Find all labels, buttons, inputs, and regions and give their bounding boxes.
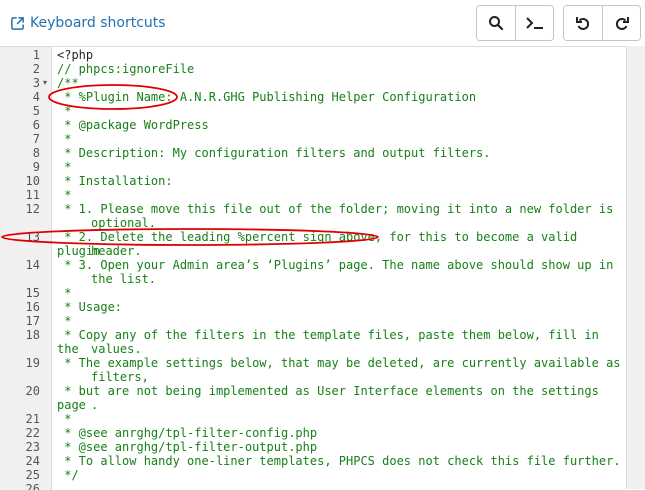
code-line[interactable]: 16 * Usage: <box>0 300 626 314</box>
keyboard-shortcuts-link[interactable]: Keyboard shortcuts <box>10 13 166 33</box>
search-icon <box>488 15 504 31</box>
line-number: 24 <box>25 454 40 468</box>
line-number: 16 <box>25 300 40 314</box>
code-text: * @package WordPress <box>57 118 209 132</box>
external-link-icon <box>10 16 25 31</box>
search-button[interactable] <box>477 6 515 40</box>
code-text: * 3. Open your Admin area’s ‘Plugins’ pa… <box>57 258 614 272</box>
line-number: 6 <box>32 118 40 132</box>
history-group <box>563 5 641 41</box>
line-number: 19 <box>25 356 40 370</box>
code-line[interactable]: 25 */ <box>0 468 626 482</box>
line-number: 8 <box>32 146 40 160</box>
search-command-group <box>476 5 554 41</box>
code-line[interactable]: 3 ▾ /** <box>0 76 626 90</box>
code-line[interactable]: 7 * <box>0 132 626 146</box>
line-number: 14 <box>25 258 40 272</box>
code-text-wrapped: values. <box>91 342 142 356</box>
line-number: 7 <box>32 132 40 146</box>
redo-icon <box>614 15 630 31</box>
line-number: 21 <box>25 412 40 426</box>
code-text: // phpcs:ignoreFile <box>57 62 195 76</box>
code-line[interactable]: 22 * @see anrghg/tpl-filter-config.php <box>0 426 626 440</box>
line-number: 13 <box>25 230 40 244</box>
code-text: * Usage: <box>57 300 123 314</box>
code-text: * <box>57 160 72 174</box>
code-line[interactable]: 9 * <box>0 160 626 174</box>
code-line[interactable]: 19 * The example settings below, that ma… <box>0 356 626 384</box>
code-text: <?php <box>57 48 94 62</box>
code-text: * To allow handy one-liner templates, PH… <box>57 454 621 468</box>
code-line[interactable]: 20 * but are not being implemented as Us… <box>0 384 626 412</box>
code-text: /** <box>57 76 79 90</box>
code-line[interactable]: 18 * Copy any of the filters in the temp… <box>0 328 626 356</box>
code-text: * <box>57 412 72 426</box>
code-line[interactable]: 5 * <box>0 104 626 118</box>
code-text: * %Plugin Name: A.N.R.GHG Publishing Hel… <box>57 90 477 104</box>
code-line[interactable]: 6 * @package WordPress <box>0 118 626 132</box>
line-number: 17 <box>25 314 40 328</box>
code-text: * Description: My configuration filters … <box>57 146 491 160</box>
line-number: 23 <box>25 440 40 454</box>
terminal-icon <box>525 15 545 31</box>
code-line[interactable]: 1 <?php <box>0 48 626 62</box>
code-line[interactable]: 23 * @see anrghg/tpl-filter-output.php <box>0 440 626 454</box>
line-number: 22 <box>25 426 40 440</box>
code-line[interactable]: 4 * %Plugin Name: A.N.R.GHG Publishing H… <box>0 90 626 104</box>
line-number: 12 <box>25 202 40 216</box>
code-text-wrapped: filters, <box>91 370 149 384</box>
code-line[interactable]: 2 // phpcs:ignoreFile <box>0 62 626 76</box>
code-line[interactable]: 8 * Description: My configuration filter… <box>0 146 626 160</box>
code-text: * @see anrghg/tpl-filter-config.php <box>57 426 318 440</box>
code-line[interactable]: 14 * 3. Open your Admin area’s ‘Plugins’… <box>0 258 626 286</box>
code-text: * Installation: <box>57 174 173 188</box>
line-number: 25 <box>25 468 40 482</box>
code-text: * @see anrghg/tpl-filter-output.php <box>57 440 318 454</box>
code-text: * <box>57 188 72 202</box>
keyboard-shortcuts-label: Keyboard shortcuts <box>30 15 166 31</box>
code-text: * <box>57 104 72 118</box>
code-text: * The example settings below, that may b… <box>57 356 621 370</box>
line-number: 1 <box>32 48 40 62</box>
line-number: 11 <box>25 188 40 202</box>
code-line[interactable]: 13 * 2. Delete the leading %percent sign… <box>0 230 626 258</box>
code-text: * <box>57 286 72 300</box>
line-number: 3 <box>32 76 40 90</box>
code-line[interactable]: 11 * <box>0 188 626 202</box>
code-text-wrapped: header. <box>91 244 142 258</box>
line-number: 4 <box>32 90 40 104</box>
code-text-wrapped: optional. <box>91 216 157 230</box>
line-number: 15 <box>25 286 40 300</box>
code-line[interactable]: 15 * <box>0 286 626 300</box>
code-line[interactable]: 21 * <box>0 412 626 426</box>
line-number: 20 <box>25 384 40 398</box>
code-line[interactable]: 10 * Installation: <box>0 174 626 188</box>
editor-toolbar: Keyboard shortcuts <box>0 0 645 46</box>
code-text: * <box>57 314 72 328</box>
code-line[interactable]: 12 * 1. Please move this file out of the… <box>0 202 626 230</box>
code-text-wrapped: the list. <box>91 272 157 286</box>
line-number: 18 <box>25 328 40 342</box>
vertical-scrollbar[interactable] <box>626 46 645 489</box>
command-button[interactable] <box>515 6 553 40</box>
line-number: 5 <box>32 104 40 118</box>
code-editor[interactable]: 1 <?php 2// phpcs:ignoreFile 3 ▾/** 4 * %Plug… <box>0 46 626 490</box>
code-text: * 1. Please move this file out of the fo… <box>57 202 614 216</box>
code-line[interactable]: 17 * <box>0 314 626 328</box>
line-number: 9 <box>32 160 40 174</box>
code-text: * <box>57 132 72 146</box>
line-number: 2 <box>32 62 40 76</box>
fold-toggle-icon[interactable]: ▾ <box>43 76 47 90</box>
line-number: 10 <box>25 174 40 188</box>
code-text-wrapped: . <box>91 398 99 412</box>
redo-button[interactable] <box>602 6 640 40</box>
undo-button[interactable] <box>564 6 602 40</box>
undo-icon <box>575 15 591 31</box>
code-line[interactable]: 24 * To allow handy one-liner templates,… <box>0 454 626 468</box>
code-text: */ <box>57 468 79 482</box>
